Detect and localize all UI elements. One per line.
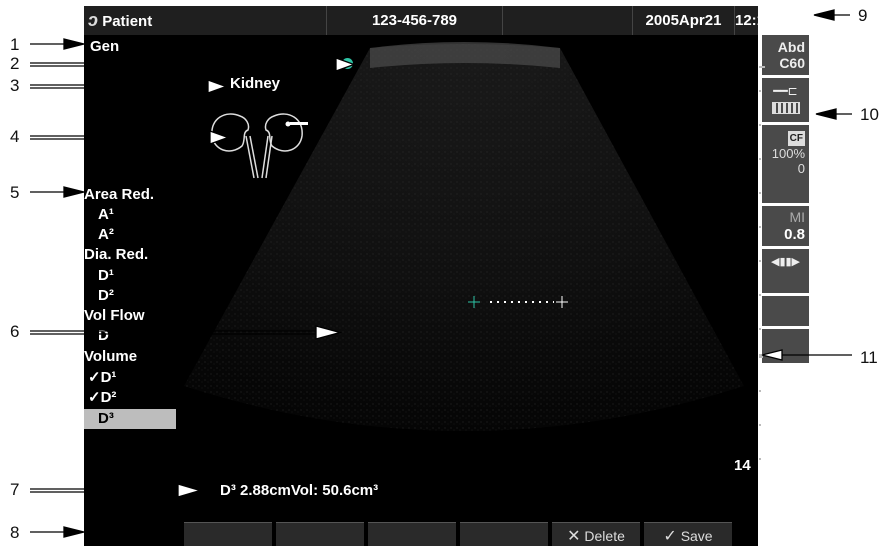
save-softkey[interactable]: ✓ Save (644, 522, 732, 546)
menu-item-d2-checked[interactable]: ✓D² (88, 388, 116, 406)
callout-9: 9 (858, 6, 868, 25)
depth-tick (759, 354, 763, 358)
delete-softkey[interactable]: ✕ Delete (552, 522, 640, 546)
kidney-pictograph-icon (211, 113, 308, 179)
menu-item-d[interactable]: D (98, 327, 109, 344)
softkey-1[interactable] (184, 522, 272, 546)
depth-tick (759, 124, 761, 126)
transducer-badge: C60 (779, 55, 805, 71)
battery-icon (771, 102, 800, 114)
menu-item-d2[interactable]: D² (98, 287, 114, 304)
check-icon: ✓ (663, 528, 677, 545)
blank-control-2[interactable] (762, 329, 809, 363)
mi-label: MI (789, 209, 805, 225)
callout-3: 3 (10, 76, 20, 95)
menu-item-d1-checked[interactable]: ✓D¹ (88, 368, 116, 386)
x-icon: ✕ (567, 528, 581, 545)
save-label: Save (680, 528, 713, 544)
callout-7: 7 (10, 480, 20, 499)
mi-panel: MI 0.8 (762, 206, 809, 246)
power-status: ━━⊏ (762, 78, 809, 122)
callout-4: 4 (10, 127, 20, 146)
softkey-2[interactable] (276, 522, 364, 546)
plug-icon: ━━⊏ (773, 84, 798, 98)
cf-value: 0 (797, 161, 805, 176)
depth-tick (759, 90, 761, 92)
menu-item-vol-flow[interactable]: Vol Flow (84, 307, 145, 324)
ultrasound-screen: ↄ Patient 123-456-789 2005Apr21 12:18 G (84, 6, 758, 546)
exam-label: Kidney (230, 75, 281, 92)
page-arrows-button[interactable]: ◀▮▮▶ (762, 249, 809, 293)
menu-item-d1[interactable]: D¹ (98, 267, 114, 284)
transducer-button[interactable]: Abd C60 (762, 35, 809, 75)
depth-value: 14 (734, 457, 751, 474)
menu-item-d3-selected-bg[interactable]: D³ (84, 409, 176, 429)
menu-item-dia-red[interactable]: Dia. Red. (84, 246, 148, 263)
mi-value: 0.8 (784, 226, 805, 243)
menu-item-volume[interactable]: Volume (84, 348, 137, 365)
callout-10: 10 (860, 105, 879, 124)
cf-percent: 100% (771, 146, 805, 161)
callout-5: 5 (10, 183, 20, 202)
softkey-4[interactable] (460, 522, 548, 546)
callout-2: 2 (10, 54, 20, 73)
callout-1: 1 (10, 35, 20, 54)
depth-tick (759, 458, 761, 460)
ultrasound-image (184, 42, 744, 431)
callout-6: 6 (10, 322, 20, 341)
depth-tick (759, 294, 761, 296)
depth-tick (759, 192, 761, 194)
depth-tick (759, 390, 761, 392)
depth-tick (759, 260, 761, 262)
menu-item-d3: D³ (98, 410, 114, 427)
depth-tick (759, 424, 761, 426)
callout-8: 8 (10, 523, 20, 542)
orientation-marker (342, 58, 353, 69)
page-arrows-icon: ◀▮▮▶ (770, 256, 801, 268)
delete-label: Delete (584, 528, 625, 544)
right-control-panel: Abd C60 ━━⊏ CF 100% 0 MI 0.8 ◀▮▮▶ (762, 35, 809, 365)
measurement-result: D³ 2.88cmVol: 50.6cm³ (220, 482, 379, 499)
depth-tick (759, 226, 761, 228)
color-flow-panel[interactable]: CF 100% 0 (762, 125, 809, 203)
menu-item-area-red[interactable]: Area Red. (84, 186, 154, 203)
depth-tick (759, 66, 765, 68)
blank-control-1[interactable] (762, 296, 809, 326)
caliper-measurement[interactable] (464, 292, 574, 312)
callout-11: 11 (860, 348, 878, 367)
exam-type-badge: Abd (777, 39, 805, 55)
depth-tick (759, 328, 761, 330)
menu-item-a1[interactable]: A¹ (98, 206, 114, 223)
softkey-3[interactable] (368, 522, 456, 546)
cf-badge: CF (787, 131, 805, 146)
depth-tick (759, 158, 761, 160)
exam-type: Gen (90, 38, 120, 55)
menu-item-a2[interactable]: A² (98, 226, 114, 243)
